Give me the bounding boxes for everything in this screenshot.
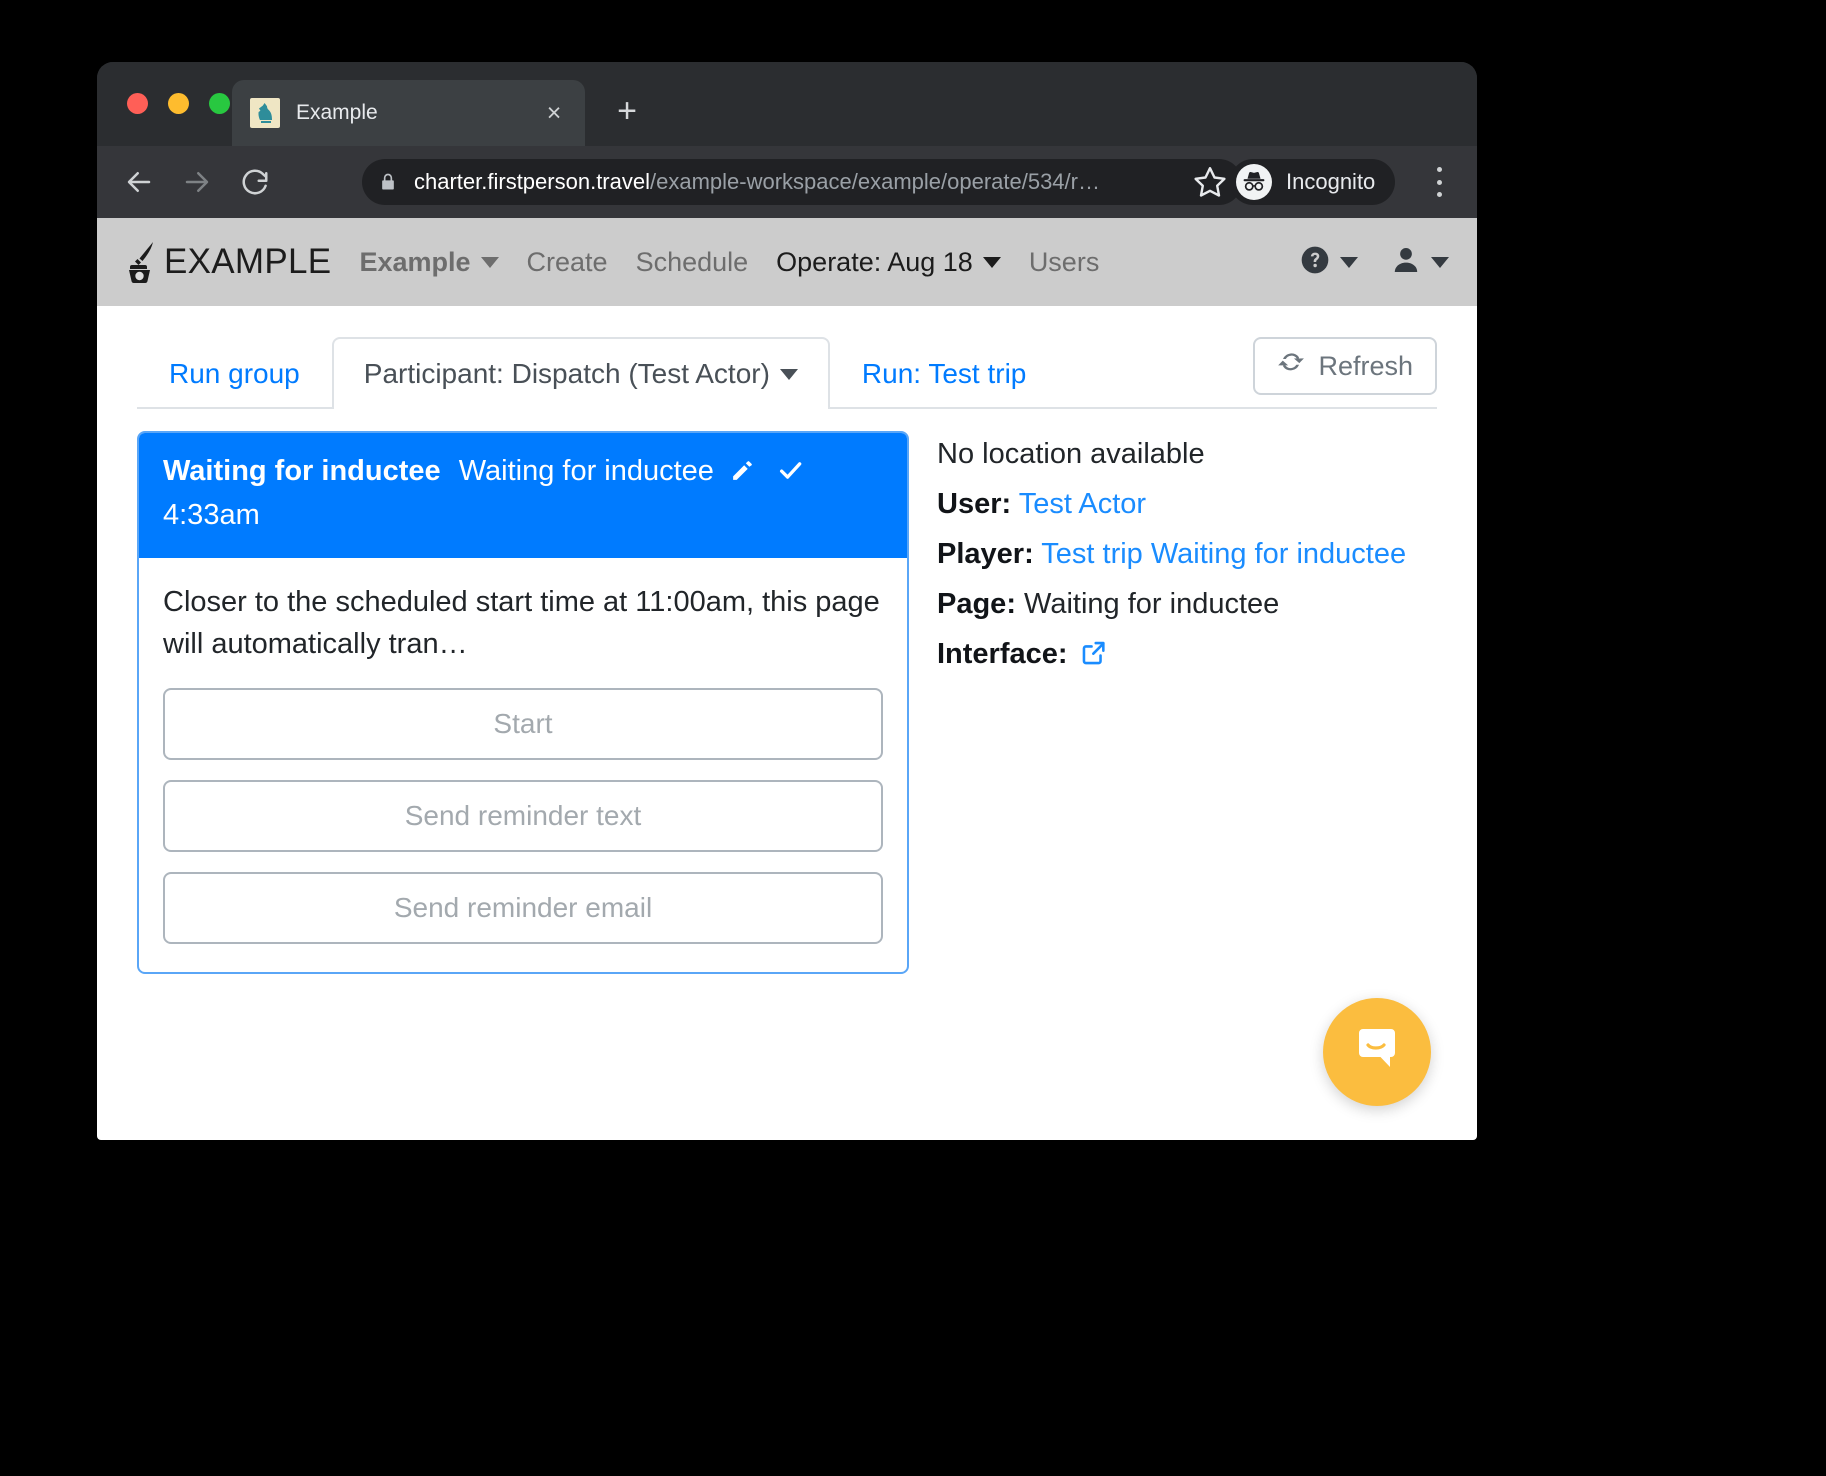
help-circle-icon [1299, 244, 1331, 281]
detail-label: User: [937, 487, 1012, 520]
back-arrow-icon[interactable] [117, 160, 161, 204]
brand-name: EXAMPLE [164, 242, 332, 281]
send-reminder-email-button[interactable]: Send reminder email [163, 871, 883, 944]
nav-item-label: Users [1028, 246, 1100, 277]
screenshot-root: Example × + charter.firstperson.travel/e… [0, 0, 1826, 1476]
tab-run-group[interactable]: Run group [137, 337, 332, 409]
browser-toolbar: charter.firstperson.travel/example-works… [97, 146, 1477, 218]
browser-window: Example × + charter.firstperson.travel/e… [97, 62, 1477, 1140]
location-status: No location available [937, 438, 1205, 470]
nav-item-operate[interactable]: Operate: Aug 18 [776, 247, 1001, 278]
detail-label: Player: [937, 537, 1034, 570]
pencil-icon[interactable] [730, 454, 755, 495]
incognito-label: Incognito [1286, 169, 1376, 194]
card-header-time: 4:33am [163, 499, 260, 532]
window-controls [127, 93, 230, 114]
star-icon[interactable] [1192, 164, 1228, 200]
account-menu-button[interactable] [1390, 244, 1449, 281]
tab-participant-dispatch[interactable]: Participant: Dispatch (Test Actor) [331, 337, 830, 409]
close-icon[interactable]: × [539, 98, 569, 128]
new-tab-button[interactable]: + [609, 94, 645, 130]
nav-item-label: Example [359, 246, 471, 277]
nav-right-group [1299, 244, 1449, 281]
page-viewport: EXAMPLE Example Create Schedule Operate:… [97, 218, 1477, 1140]
tab-run-test-trip[interactable]: Run: Test trip [830, 337, 1058, 409]
detail-row-user: User: Test Actor [937, 483, 1437, 526]
incognito-profile-button[interactable]: Incognito [1230, 159, 1396, 205]
reload-icon[interactable] [233, 160, 277, 204]
chess-knight-icon [250, 98, 280, 128]
detail-row-player: Player: Test trip Waiting for inductee [937, 533, 1437, 576]
detail-label: Page: [937, 587, 1016, 620]
refresh-label: Refresh [1318, 350, 1413, 381]
nav-item-example[interactable]: Example [359, 246, 499, 278]
card-body-text: Closer to the scheduled start time at 11… [163, 586, 880, 661]
nav-item-schedule[interactable]: Schedule [636, 247, 749, 278]
left-column: Waiting for inductee Waiting for inducte… [137, 431, 909, 974]
refresh-button[interactable]: Refresh [1253, 337, 1437, 395]
check-icon[interactable] [777, 454, 804, 495]
refresh-icon [1277, 349, 1305, 384]
detail-row-interface: Interface: [937, 633, 1437, 680]
browser-tabstrip: Example × + [97, 62, 1477, 146]
chat-bubble-icon [1350, 1023, 1404, 1082]
start-button[interactable]: Start [163, 687, 883, 760]
help-menu-button[interactable] [1299, 244, 1358, 281]
chat-launcher-button[interactable] [1323, 998, 1431, 1106]
card-header: Waiting for inductee Waiting for inducte… [139, 433, 907, 559]
address-bar[interactable]: charter.firstperson.travel/example-works… [362, 159, 1242, 205]
incognito-icon [1236, 164, 1272, 200]
app-brand[interactable]: EXAMPLE [123, 241, 331, 283]
nav-item-create[interactable]: Create [527, 247, 608, 278]
chevron-down-icon [982, 256, 1001, 268]
nav-item-label: Schedule [635, 246, 749, 277]
user-icon [1390, 244, 1422, 281]
chevron-down-icon [1431, 256, 1449, 268]
card-header-subtitle: Waiting for inductee [458, 455, 714, 487]
url-host: charter.firstperson.travel [414, 169, 650, 194]
tab-title: Example [296, 101, 378, 124]
detail-value: Waiting for inductee [1024, 587, 1280, 620]
participant-card: Waiting for inductee Waiting for inducte… [137, 431, 909, 974]
detail-label: Interface: [937, 637, 1068, 670]
close-window-button[interactable] [127, 93, 148, 114]
nav-item-label: Operate: Aug 18 [776, 246, 973, 277]
nav-item-label: Create [526, 246, 608, 277]
app-navbar: EXAMPLE Example Create Schedule Operate:… [97, 218, 1477, 306]
tab-label: Run: Test trip [861, 358, 1027, 389]
chevron-down-icon [480, 256, 499, 268]
detail-row-page: Page: Waiting for inductee [937, 583, 1437, 626]
forward-arrow-icon[interactable] [175, 160, 219, 204]
chevron-down-icon [1340, 256, 1358, 268]
detail-value-link[interactable]: Test Actor [1019, 488, 1146, 520]
card-header-title: Waiting for inductee [163, 455, 441, 487]
chevron-down-icon [779, 368, 798, 380]
url-path: /example-workspace/example/operate/534/r… [649, 169, 1100, 194]
tab-label: Participant: Dispatch (Test Actor) [363, 358, 770, 389]
tab-label: Run group [169, 358, 300, 389]
detail-value-link[interactable]: Test trip Waiting for inductee [1041, 538, 1406, 570]
page-content: Waiting for inductee Waiting for inducte… [97, 409, 1477, 974]
details-panel: No location available User: Test Actor P… [909, 431, 1437, 974]
lock-icon [378, 171, 398, 193]
url-text: charter.firstperson.travel/example-works… [414, 169, 1100, 195]
kebab-menu-icon[interactable] [1424, 163, 1454, 201]
browser-tab[interactable]: Example × [232, 80, 585, 146]
card-body: Closer to the scheduled start time at 11… [139, 558, 907, 972]
external-link-icon[interactable] [1080, 637, 1108, 680]
page-tabs: Run group Participant: Dispatch (Test Ac… [137, 333, 1437, 409]
send-reminder-text-button[interactable]: Send reminder text [163, 779, 883, 852]
minimize-window-button[interactable] [168, 93, 189, 114]
maximize-window-button[interactable] [209, 93, 230, 114]
inkwell-quill-icon [129, 242, 153, 283]
nav-item-users[interactable]: Users [1029, 247, 1100, 278]
